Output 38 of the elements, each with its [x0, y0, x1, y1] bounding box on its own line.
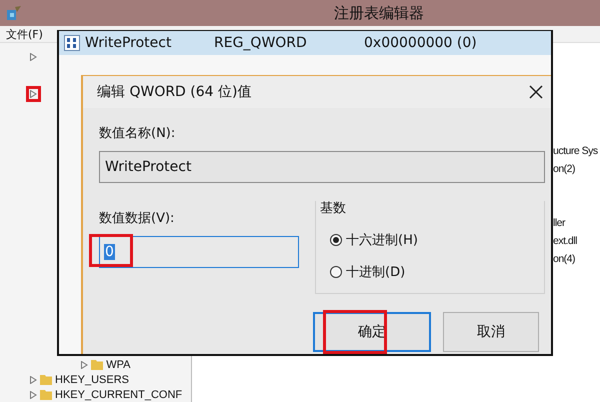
radio-option[interactable]: 十六进制(H) — [330, 229, 534, 251]
value-name: WriteProtect — [85, 35, 172, 51]
value-data: 0x00000000 (0) — [364, 35, 478, 51]
group-title: 基数 — [320, 200, 347, 217]
value-name-fragment: ller — [553, 217, 566, 231]
radio-button-icon[interactable] — [330, 234, 342, 246]
tree-item[interactable]: HKEY_CURRENT_CONF — [55, 388, 182, 400]
folder-icon — [91, 359, 104, 370]
radio-option[interactable]: 十进制(D) — [330, 261, 534, 283]
registry-app-icon — [6, 5, 22, 21]
binary-value-icon — [64, 35, 80, 51]
value-data-field[interactable]: 0 — [99, 236, 299, 268]
tree-item[interactable]: WPA — [106, 358, 130, 370]
expand-arrow-icon[interactable] — [30, 376, 37, 384]
value-name-field[interactable]: WriteProtect — [99, 151, 545, 183]
value-name-fragment: on(2) — [553, 163, 576, 177]
value-name-fragment: ucture Sys — [553, 145, 599, 159]
field-label: 数值名称(N): — [99, 125, 176, 142]
tree-item[interactable]: HKEY_USERS — [55, 374, 129, 386]
value-name-fragment: ext.dll — [553, 235, 578, 249]
field-label: 数值数据(V): — [99, 210, 176, 227]
expand-arrow-icon[interactable] — [30, 90, 37, 98]
menu-item[interactable]: 文件(F) — [6, 26, 43, 42]
value-type: REG_QWORD — [214, 35, 308, 51]
highlight-frame — [26, 86, 41, 102]
close-button[interactable] — [527, 83, 545, 101]
radio-button-icon[interactable] — [330, 266, 342, 278]
value-name-fragment: on(4) — [553, 253, 576, 267]
folder-icon — [40, 374, 52, 385]
highlight-frame — [89, 234, 133, 267]
folder-icon — [40, 389, 52, 400]
cancel-button[interactable]: 取消 — [443, 312, 539, 352]
expand-arrow-icon[interactable] — [30, 52, 37, 60]
window-title: 注册表编辑器 — [334, 4, 424, 22]
dialog-title: 编辑 QWORD (64 位)值 — [97, 83, 252, 101]
value-row[interactable]: WriteProtect REG_QWORD 0x00000000 (0) — [59, 31, 551, 55]
expand-arrow-icon[interactable] — [81, 360, 88, 368]
expand-arrow-icon[interactable] — [30, 390, 37, 398]
